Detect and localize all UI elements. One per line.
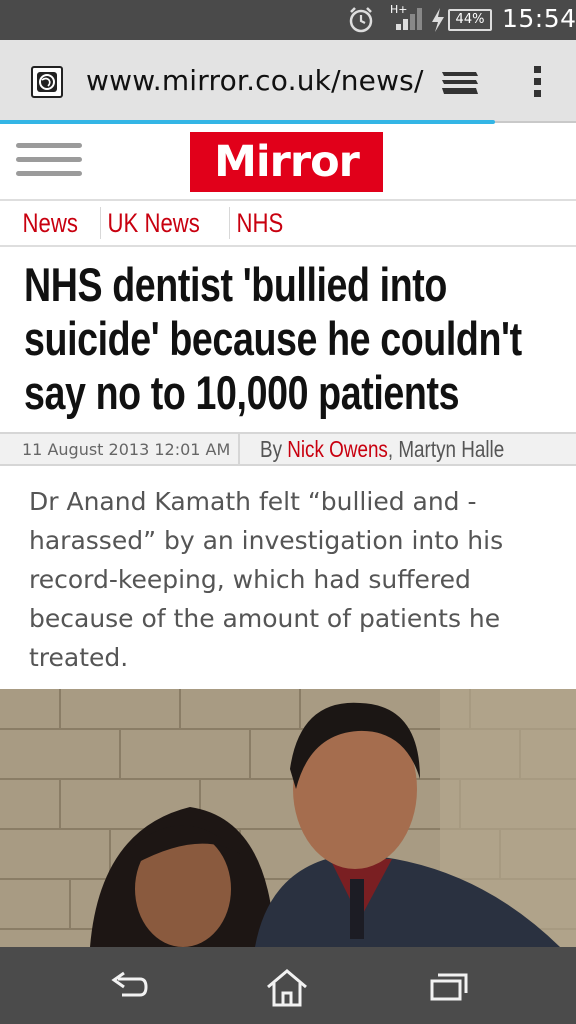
home-icon[interactable] bbox=[262, 965, 312, 1009]
hamburger-menu-icon[interactable] bbox=[16, 143, 82, 177]
article-photo[interactable] bbox=[0, 689, 576, 947]
article-authors: By Nick Owens, Martyn Halle bbox=[260, 436, 504, 463]
recent-apps-icon[interactable] bbox=[422, 965, 472, 1009]
overflow-menu-icon[interactable] bbox=[528, 64, 548, 100]
battery-icon: 44% bbox=[448, 9, 492, 31]
breadcrumb-nhs[interactable]: NHS bbox=[230, 208, 290, 239]
tabs-icon[interactable] bbox=[440, 68, 480, 98]
author-link-nick-owens[interactable]: Nick Owens bbox=[287, 436, 388, 462]
charging-icon bbox=[432, 8, 444, 32]
author-separator: , bbox=[387, 436, 399, 462]
article-date: 11 August 2013 12:01 AM bbox=[22, 440, 231, 459]
article-photo-illustration bbox=[0, 689, 576, 947]
android-navigation-bar bbox=[0, 947, 576, 1024]
url-field[interactable]: www.mirror.co.uk/news/ bbox=[86, 64, 424, 97]
breadcrumb-uk-news[interactable]: UK News bbox=[101, 208, 206, 239]
back-icon[interactable] bbox=[104, 965, 154, 1009]
article-headline: NHS dentist 'bullied into suicide' becau… bbox=[24, 258, 522, 419]
byline-prefix: By bbox=[260, 436, 288, 462]
breadcrumb: News UK News NHS bbox=[0, 201, 576, 247]
author-martyn-halle: Martyn Halle bbox=[398, 436, 505, 462]
mirror-logo[interactable]: Mirror bbox=[190, 132, 383, 192]
site-header: Mirror bbox=[0, 124, 576, 201]
alarm-icon bbox=[349, 7, 373, 33]
breadcrumb-news[interactable]: News bbox=[16, 208, 84, 239]
article-byline: 11 August 2013 12:01 AM By Nick Owens, M… bbox=[0, 432, 576, 466]
status-bar: H+ 44% 15:54 bbox=[0, 0, 576, 40]
byline-divider bbox=[238, 434, 240, 464]
signal-icon bbox=[396, 8, 422, 30]
browser-address-bar: www.mirror.co.uk/news/ bbox=[0, 40, 576, 122]
clock: 15:54 bbox=[502, 4, 576, 33]
site-globe-icon[interactable] bbox=[31, 66, 63, 98]
article-standfirst: Dr Anand Kamath felt “bullied and - hara… bbox=[29, 487, 504, 672]
